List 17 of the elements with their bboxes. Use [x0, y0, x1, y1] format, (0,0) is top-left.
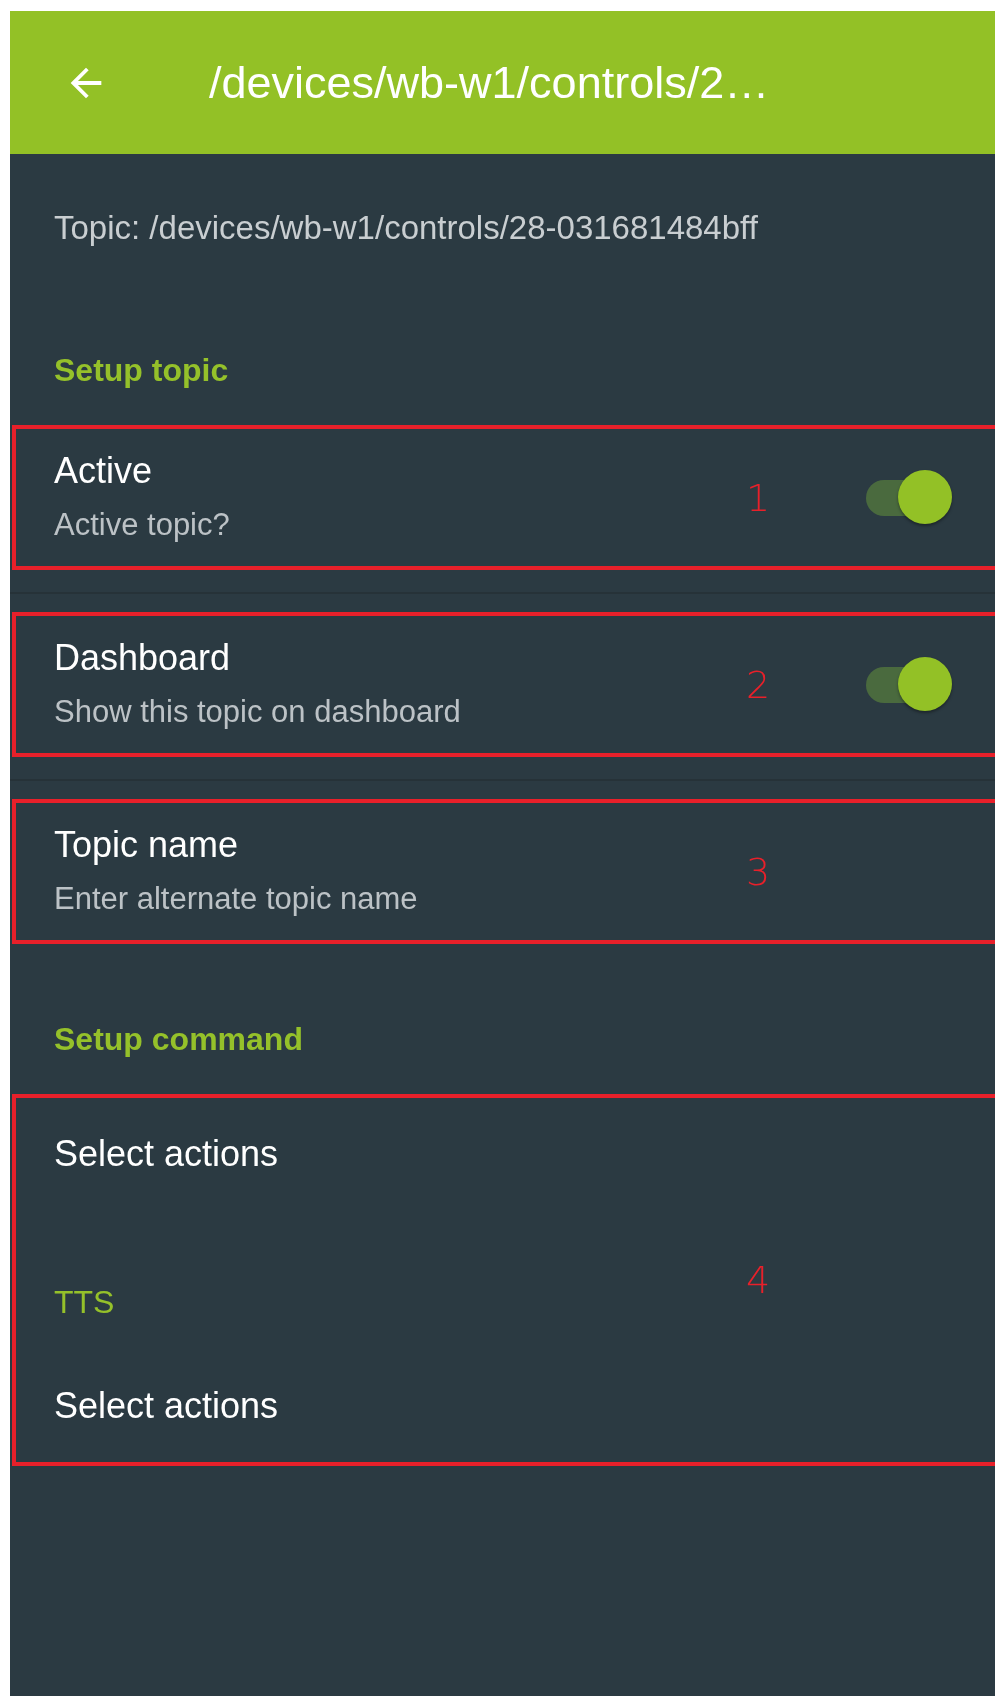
annotation-number: 3 [746, 849, 771, 894]
setting-summary: Enter alternate topic name [54, 880, 419, 918]
category-header: TTS [54, 1283, 115, 1321]
setting-title: Dashboard [54, 636, 232, 680]
annotation-number: 2 [746, 662, 771, 707]
setting-summary: Show this topic on dashboard [54, 693, 462, 731]
preference-item[interactable]: Select actions [54, 1385, 279, 1427]
screen-title: /devices/wb-w1/controls/2… [209, 56, 770, 109]
setting-title: Active [54, 449, 154, 493]
section-header: Setup topic [54, 351, 230, 390]
annotation-number: 4 [746, 1258, 771, 1302]
topic-path: Topic: /devices/wb-w1/controls/28-031681484bff [54, 208, 759, 248]
section-header: Setup command [54, 1020, 304, 1059]
setting-summary: Active topic? [54, 506, 231, 544]
preference-item[interactable]: Select actions [54, 1133, 279, 1175]
setting-title: Topic name [54, 823, 240, 867]
annotation-number: 1 [746, 475, 771, 520]
